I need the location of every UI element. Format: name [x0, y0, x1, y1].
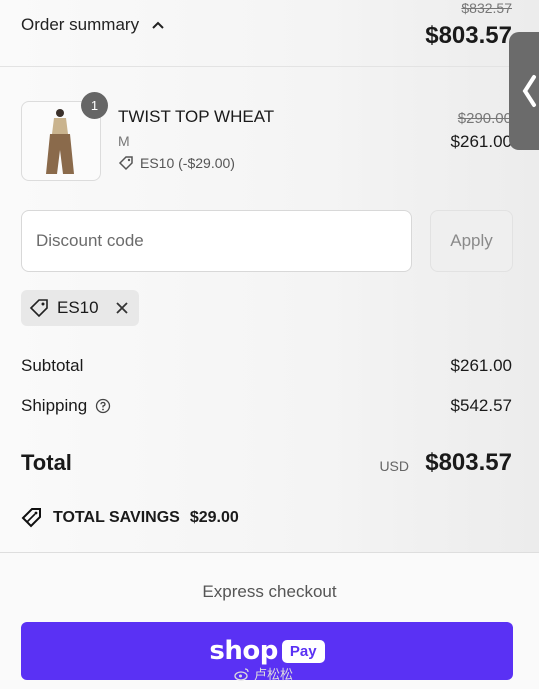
apply-button[interactable]: Apply [430, 210, 513, 272]
total-savings: TOTAL SAVINGS $29.00 [21, 507, 239, 529]
product-original-price: $290.00 [457, 110, 512, 127]
side-panel-tab[interactable] [509, 32, 539, 150]
watermark-text: 卢松松 [254, 667, 294, 682]
header-original-total: $832.57 [461, 0, 512, 16]
product-price: $261.00 [450, 132, 512, 151]
watermark: 卢松松 [234, 664, 293, 683]
chevron-up-icon [152, 21, 164, 29]
total-savings-value: $29.00 [189, 509, 239, 526]
divider [0, 66, 539, 67]
order-summary-label: Order summary [21, 15, 140, 34]
total-savings-label: TOTAL SAVINGS [53, 509, 180, 526]
discount-code-input[interactable] [21, 210, 412, 272]
subtotal-label: Subtotal [21, 356, 84, 375]
shop-pay-logo-pill: Pay [281, 639, 325, 663]
applied-discount-chip: ES10 [21, 290, 139, 326]
tag-icon [118, 156, 133, 171]
help-circle-icon[interactable] [95, 398, 111, 414]
remove-discount-button[interactable] [115, 301, 129, 315]
chevron-left-icon [522, 75, 536, 107]
product-name: TWIST TOP WHEAT [118, 107, 275, 126]
shop-pay-logo-word: shop [209, 636, 278, 666]
product-variant: M [118, 133, 130, 149]
subtotal-value: $261.00 [450, 356, 512, 375]
total-label: Total [21, 450, 72, 475]
order-summary-toggle[interactable]: Order summary [21, 15, 165, 35]
close-icon [115, 302, 128, 314]
tag-icon [21, 508, 41, 528]
applied-discount-code: ES10 [57, 298, 99, 317]
product-discount-text: ES10 (-$29.00) [140, 155, 235, 171]
total-value: $803.57 [425, 449, 512, 476]
total-currency: USD [379, 458, 409, 474]
weibo-icon [234, 667, 249, 681]
express-checkout-label: Express checkout [202, 582, 337, 601]
tag-icon [29, 299, 48, 318]
quantity-badge: 1 [81, 92, 108, 119]
shipping-label: Shipping [21, 396, 88, 415]
product-discount: ES10 (-$29.00) [118, 155, 235, 171]
shipping-row: Shipping [21, 396, 111, 416]
shipping-value: $542.57 [450, 396, 512, 415]
header-total: $803.57 [425, 22, 512, 49]
